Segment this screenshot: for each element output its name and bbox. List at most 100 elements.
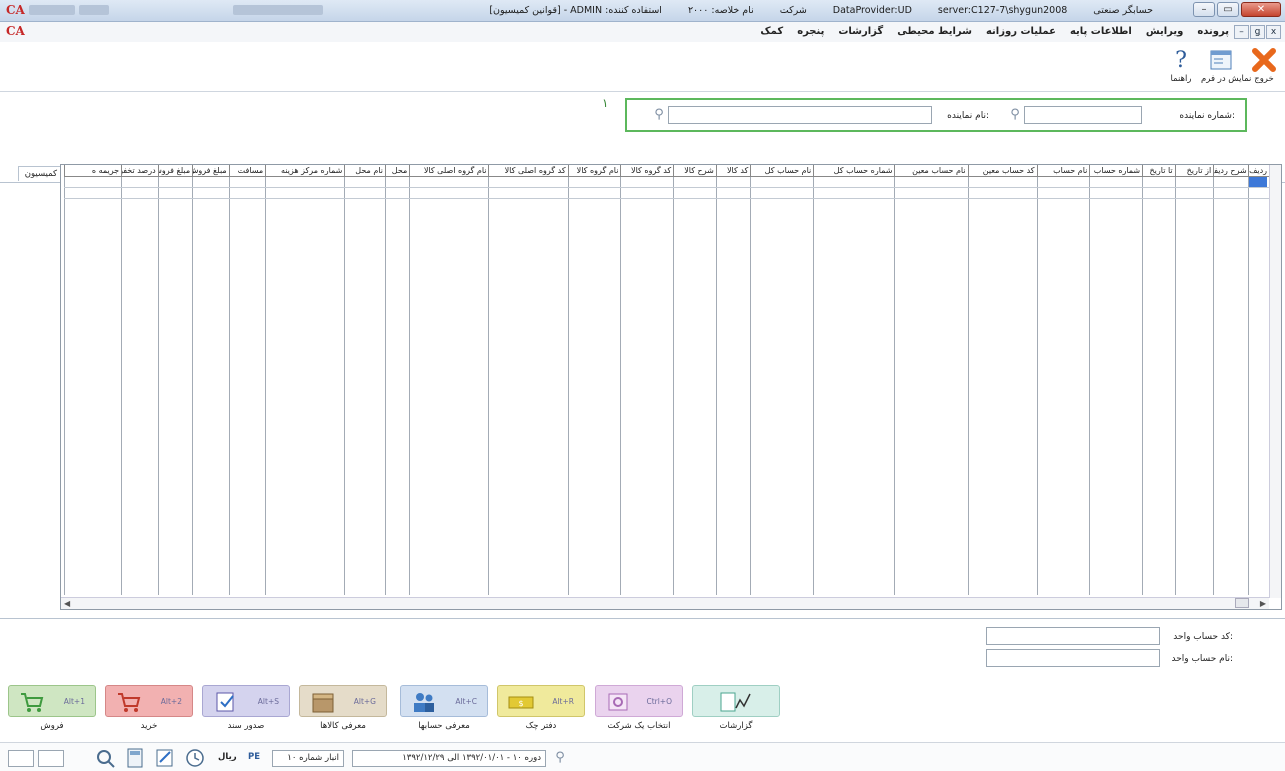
col-header[interactable]: تا تاریخ xyxy=(1142,165,1176,177)
grid-cell[interactable] xyxy=(63,176,123,595)
grid-cell[interactable] xyxy=(567,176,622,595)
grid-cell[interactable] xyxy=(488,176,569,595)
grid-cell[interactable] xyxy=(265,176,346,595)
rep-name-input[interactable] xyxy=(668,106,932,124)
col-header[interactable]: مبلغ فروش xyxy=(192,165,230,177)
selected-cell[interactable] xyxy=(1249,177,1267,187)
col-header[interactable]: کد حساب معین xyxy=(967,165,1038,177)
menu-daily-operations[interactable]: عملیات روزانه xyxy=(986,26,1056,37)
grid-cell[interactable] xyxy=(192,176,230,595)
col-header[interactable]: شرح کالا xyxy=(673,165,717,177)
grid-cell[interactable] xyxy=(228,176,267,595)
scroll-right-icon[interactable]: ▶ xyxy=(1260,599,1266,608)
window-controls: – ▭ ✕ xyxy=(1193,2,1281,17)
col-header[interactable]: نام گروه اصلی کالا xyxy=(409,165,490,177)
scroll-thumb[interactable] xyxy=(1235,598,1249,608)
grid-cell[interactable] xyxy=(620,176,675,595)
shortcut-chequebook-button[interactable]: $ Alt+R دفتر چک xyxy=(497,685,585,731)
shortcut-tile: Ctrl+O xyxy=(595,685,683,717)
menu-file[interactable]: پرونده xyxy=(1197,26,1229,37)
grid-cell[interactable] xyxy=(673,176,717,595)
grid-cell[interactable] xyxy=(1247,176,1271,595)
grid-cell[interactable] xyxy=(967,176,1038,595)
grid-cell[interactable] xyxy=(715,176,752,595)
shortcut-select-company-button[interactable]: Ctrl+O انتخاب یک شرکت xyxy=(595,685,683,731)
col-header[interactable]: کد گروه کالا xyxy=(620,165,675,177)
commission-rules-grid[interactable]: ردیف شرح ردیف از تاریخ تا تاریخ شماره حس… xyxy=(60,164,1282,610)
grid-cell[interactable] xyxy=(409,176,490,595)
blurred-tab xyxy=(28,5,75,15)
period-field[interactable]: دوره ۱۰ - ۱۳۹۲/۰۱/۰۱ الی ۱۳۹۲/۱۲/۲۹ xyxy=(352,750,546,767)
col-header[interactable]: محل xyxy=(384,165,411,177)
grid-cell[interactable] xyxy=(157,176,194,595)
help-button[interactable]: ? راهنما xyxy=(1161,46,1201,85)
mdi-restore-button[interactable]: ǥ xyxy=(1250,25,1265,39)
grid-cell[interactable] xyxy=(1142,176,1176,595)
close-button[interactable]: ✕ xyxy=(1241,2,1281,17)
vertical-scrollbar[interactable] xyxy=(1269,165,1281,598)
grid-cell[interactable] xyxy=(344,176,386,595)
horizontal-scrollbar[interactable]: ◀ ▶ xyxy=(61,597,1269,609)
rep-number-input[interactable] xyxy=(1024,106,1142,124)
calculator-icon[interactable] xyxy=(124,748,146,768)
grid-header-row: ردیف شرح ردیف از تاریخ تا تاریخ شماره حس… xyxy=(63,165,1271,177)
unit-code-input[interactable] xyxy=(986,627,1160,645)
cart-icon xyxy=(21,693,44,712)
grid-cell[interactable] xyxy=(1174,176,1215,595)
col-header[interactable]: شماره مرکز هزینه xyxy=(265,165,346,177)
menu-help[interactable]: کمک xyxy=(760,26,783,37)
col-header[interactable]: مسافت xyxy=(228,165,267,177)
shortcut-reports-button[interactable]: گزارشات xyxy=(692,685,780,731)
rep-name-search-icon[interactable]: ⚲ xyxy=(650,106,668,124)
restore-button[interactable]: ▭ xyxy=(1217,2,1239,17)
col-header[interactable]: نام حساب xyxy=(1036,165,1091,177)
unit-name-input[interactable] xyxy=(986,649,1160,667)
col-header[interactable]: شماره حساب xyxy=(1089,165,1144,177)
grid-cell[interactable] xyxy=(384,176,411,595)
shortcut-sales-button[interactable]: Alt+1 فروش xyxy=(8,685,96,731)
shortcut-purchase-button[interactable]: Alt+2 خرید xyxy=(105,685,193,731)
shortcut-label: دفتر چک xyxy=(525,721,557,731)
col-header[interactable]: نام حساب کل xyxy=(750,165,815,177)
mdi-close-button[interactable]: x xyxy=(1266,25,1281,39)
col-header[interactable]: از تاریخ xyxy=(1174,165,1215,177)
table-row[interactable] xyxy=(63,176,1271,595)
col-header[interactable]: کد کالا xyxy=(715,165,752,177)
scroll-left-icon[interactable]: ◀ xyxy=(64,599,70,608)
rep-number-search-icon[interactable]: ⚲ xyxy=(1006,106,1024,124)
search-people-icon[interactable] xyxy=(94,748,116,768)
grid-cell[interactable] xyxy=(813,176,896,595)
col-header[interactable]: ردیف xyxy=(1247,165,1271,177)
grid-cell[interactable] xyxy=(1213,176,1249,595)
shortcut-goods-button[interactable]: Alt+G معرفی کالاها xyxy=(299,685,387,731)
col-header[interactable]: نام گروه کالا xyxy=(567,165,622,177)
menu-environment[interactable]: شرایط محیطی xyxy=(897,26,972,37)
col-header[interactable]: شرح ردیف xyxy=(1213,165,1249,177)
document-edit-icon[interactable] xyxy=(154,748,176,768)
mdi-minimize-button[interactable]: – xyxy=(1234,25,1249,39)
grid-cell[interactable] xyxy=(750,176,815,595)
col-header[interactable]: شماره حساب کل xyxy=(813,165,896,177)
menu-window[interactable]: پنجره xyxy=(797,26,824,37)
grid-cell[interactable] xyxy=(894,176,969,595)
minimize-button[interactable]: – xyxy=(1193,2,1215,17)
menu-edit[interactable]: ویرایش xyxy=(1146,26,1184,37)
form-view-button[interactable]: نمایش در فرم xyxy=(1201,46,1251,84)
grid-cell[interactable] xyxy=(1036,176,1091,595)
clock-icon[interactable] xyxy=(184,748,206,768)
menu-base-info[interactable]: اطلاعات پایه xyxy=(1070,26,1132,37)
col-header[interactable]: نام محل xyxy=(344,165,386,177)
period-search-icon[interactable]: ⚲ xyxy=(549,748,571,768)
grid-cell[interactable] xyxy=(121,176,159,595)
warehouse-field[interactable]: انبار شماره ۱۰ xyxy=(272,750,344,767)
shortcut-issue-document-button[interactable]: Alt+S صدور سند xyxy=(202,685,290,731)
col-header[interactable]: جریمه ه xyxy=(63,165,123,177)
col-header[interactable]: مبلغ فروش xyxy=(157,165,194,177)
shortcut-accounts-button[interactable]: Alt+C معرفی حسابها xyxy=(400,685,488,731)
menu-reports[interactable]: گزارشات xyxy=(838,26,883,37)
grid-cell[interactable] xyxy=(1089,176,1144,595)
col-header[interactable]: نام حساب معین xyxy=(894,165,969,177)
company-icon xyxy=(608,693,628,711)
col-header[interactable]: کد گروه اصلی کالا xyxy=(488,165,569,177)
col-header[interactable]: درصد تخفیف xyxy=(121,165,159,177)
